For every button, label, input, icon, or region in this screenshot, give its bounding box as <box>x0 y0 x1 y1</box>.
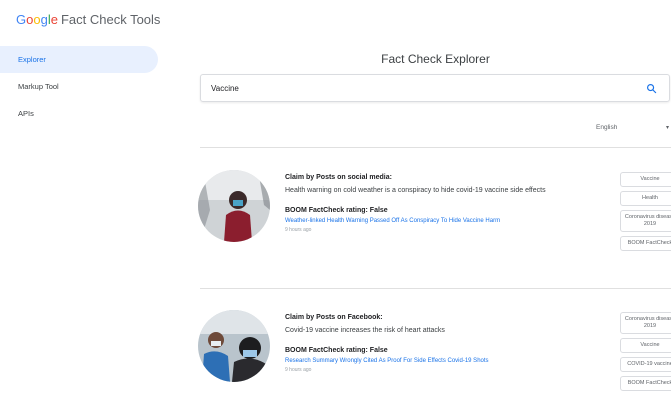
app-logo[interactable]: Google Fact Check Tools <box>16 12 160 27</box>
sidebar-item-explorer[interactable]: Explorer <box>0 46 158 73</box>
language-select[interactable]: English ▾ <box>596 118 671 136</box>
claim-author: Claim by Posts on Facebook: <box>285 314 383 321</box>
claim-text: Health warning on cold weather is a cons… <box>285 187 546 194</box>
claim-rating: BOOM FactCheck rating: False <box>285 347 388 354</box>
tag-chip[interactable]: Coronavirus disease 2019 <box>620 312 671 334</box>
tag-chip[interactable]: Coronavirus disease 2019 <box>620 210 671 232</box>
timestamp: 9 hours ago <box>285 367 312 373</box>
language-label: English <box>596 123 618 131</box>
sidebar: Explorer Markup Tool APIs <box>0 46 158 127</box>
caret-down-icon: ▾ <box>665 124 669 131</box>
tag-list: Vaccine Health Coronavirus disease 2019 … <box>620 172 671 255</box>
fact-check-link[interactable]: Research Summary Wrongly Cited As Proof … <box>285 356 595 366</box>
claim-author: Claim by Posts on social media: <box>285 174 392 181</box>
search-bar <box>200 74 670 102</box>
claim-image <box>198 310 270 382</box>
tag-list: Coronavirus disease 2019 Vaccine COVID-1… <box>620 312 671 395</box>
claim-image <box>198 170 270 242</box>
tag-chip[interactable]: BOOM FactCheck <box>620 376 671 391</box>
sidebar-item-markup-tool[interactable]: Markup Tool <box>0 73 158 100</box>
page-title: Fact Check Explorer <box>381 52 490 66</box>
logo-letter: o <box>33 12 41 27</box>
fact-check-link[interactable]: Weather-linked Health Warning Passed Off… <box>285 216 595 226</box>
sidebar-item-apis[interactable]: APIs <box>0 100 158 127</box>
claim-content: Claim by Posts on Facebook: Covid-19 vac… <box>285 313 595 375</box>
search-input[interactable] <box>211 83 639 93</box>
tag-chip[interactable]: Vaccine <box>620 338 671 353</box>
tag-chip[interactable]: Vaccine <box>620 172 671 187</box>
claim-rating: BOOM FactCheck rating: False <box>285 207 388 214</box>
logo-letter: g <box>40 12 48 27</box>
timestamp: 9 hours ago <box>285 227 312 233</box>
tag-chip[interactable]: BOOM FactCheck <box>620 236 671 251</box>
logo-letter: e <box>50 12 58 27</box>
divider <box>200 147 671 148</box>
tag-chip[interactable]: Health <box>620 191 671 206</box>
claim-content: Claim by Posts on social media: Health w… <box>285 173 595 235</box>
divider <box>200 288 671 289</box>
logo-letter: G <box>16 12 27 27</box>
claim-text: Covid-19 vaccine increases the risk of h… <box>285 327 445 334</box>
search-icon[interactable] <box>639 76 663 100</box>
tag-chip[interactable]: COVID-19 vaccine <box>620 357 671 372</box>
logo-product-name: Fact Check Tools <box>60 12 161 27</box>
